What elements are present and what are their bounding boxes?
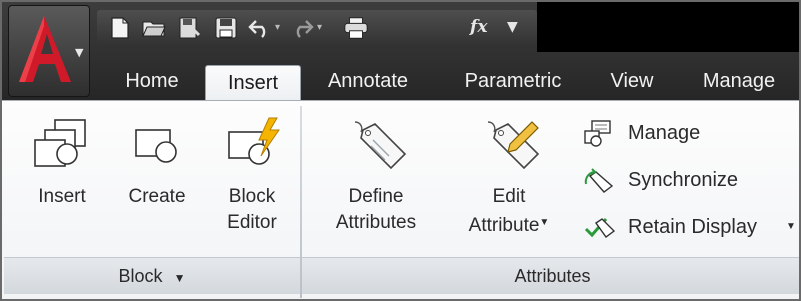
manage-attributes-button[interactable]: Manage [582, 115, 782, 151]
redo-dropdown-icon[interactable]: ▾ [317, 22, 322, 33]
open-icon[interactable] [141, 15, 167, 41]
synchronize-button[interactable]: Synchronize [582, 162, 782, 198]
edit-attribute-dropdown-icon[interactable]: ▼ [539, 217, 549, 228]
save-as-icon[interactable] [177, 15, 203, 41]
block-editor-icon [228, 117, 280, 165]
redo-icon[interactable] [289, 15, 315, 41]
app-menu-chevron-icon: ▼ [75, 46, 84, 59]
block-editor-button[interactable]: Block Editor [206, 116, 298, 236]
autocad-logo-icon [19, 16, 71, 82]
retain-display-dropdown-icon[interactable]: ▼ [786, 209, 796, 245]
tab-home[interactable]: Home [106, 62, 198, 100]
define-attributes-tag-icon [354, 121, 407, 170]
block-label: Block [228, 186, 276, 207]
create-block-icon [135, 129, 177, 163]
tab-annotate[interactable]: Annotate [309, 62, 427, 100]
tab-manage[interactable]: Manage [687, 62, 791, 100]
create-block-button[interactable]: Create [112, 116, 202, 210]
block-panel-label: Block [118, 266, 163, 286]
manage-attributes-icon [584, 120, 611, 147]
plot-icon[interactable] [343, 15, 369, 41]
attributes-panel-title[interactable]: Attributes [302, 257, 799, 294]
undo-dropdown-icon[interactable]: ▾ [275, 22, 280, 33]
synchronize-label: Synchronize [628, 169, 739, 191]
create-label: Create [128, 186, 186, 207]
retain-display-label: Retain Display [628, 216, 757, 238]
customize-toolbar-icon[interactable]: ▼ [507, 19, 518, 35]
tab-parametric[interactable]: Parametric [447, 62, 579, 100]
edit-attribute-tag-icon [487, 121, 540, 170]
block-panel-expand-icon[interactable]: ▼ [174, 271, 186, 285]
tab-view[interactable]: View [595, 62, 669, 100]
manage-label: Manage [628, 122, 701, 144]
retain-display-icon [584, 218, 616, 238]
title-area [537, 2, 799, 52]
function-icon[interactable]: fx [470, 17, 487, 37]
insert-label: Insert [38, 186, 86, 207]
attributes-panel-label: Attributes [514, 266, 591, 286]
undo-icon[interactable] [247, 15, 273, 41]
new-icon[interactable] [107, 15, 133, 41]
tab-insert[interactable]: Insert [205, 65, 301, 102]
editor-label: Editor [227, 212, 277, 233]
block-panel-title[interactable]: Block ▼ [4, 257, 300, 294]
define-label: Define [348, 186, 404, 207]
quick-access-toolbar: ▾ ▾ fx ▼ [97, 10, 537, 46]
application-menu-button[interactable]: ▼ [8, 5, 90, 97]
insert-block-button[interactable]: Insert [16, 116, 108, 210]
save-icon[interactable] [213, 15, 239, 41]
edit-attribute-button[interactable]: Edit Attribute▼ [454, 116, 564, 239]
define-attributes-button[interactable]: Define Attributes [314, 116, 438, 236]
attribute-label: Attribute [468, 215, 540, 236]
title-bar: ▼ ▾ ▾ fx ▼ Home Insert Annotate Parametr… [2, 2, 799, 102]
retain-display-button[interactable]: Retain Display ▼ [582, 209, 797, 245]
synchronize-icon [584, 168, 614, 193]
attributes-label: Attributes [335, 212, 417, 233]
insert-block-icon [34, 119, 86, 167]
autocad-window: ▼ ▾ ▾ fx ▼ Home Insert Annotate Parametr… [0, 0, 801, 301]
edit-label: Edit [492, 186, 526, 207]
